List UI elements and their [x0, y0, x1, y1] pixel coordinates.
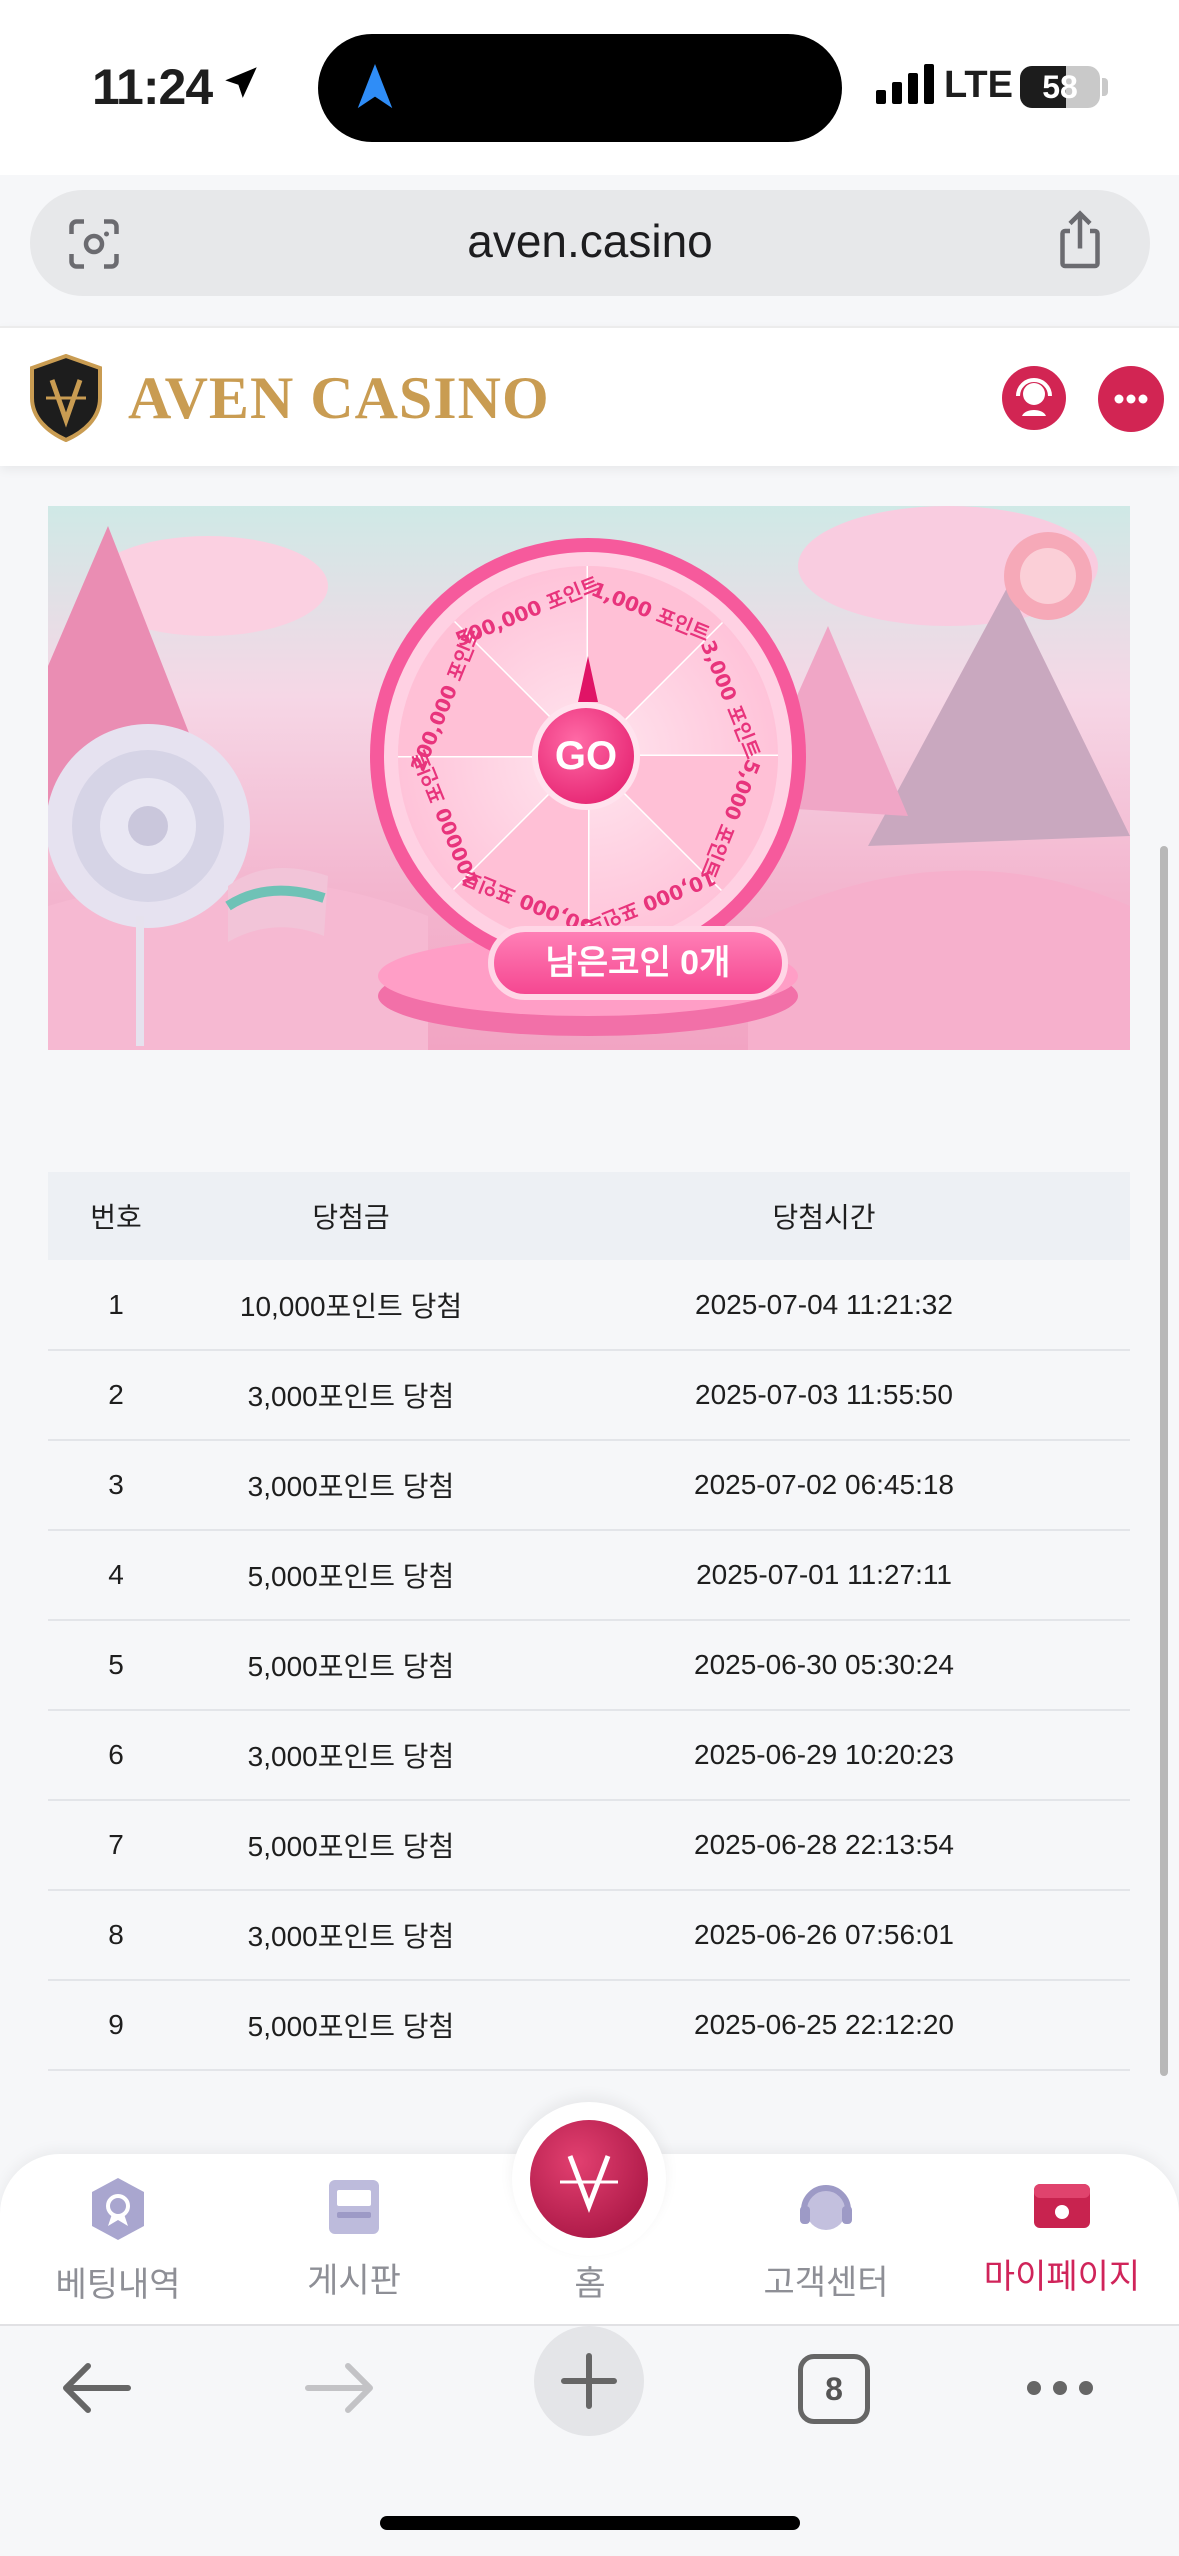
- spin-go-button[interactable]: GO: [532, 702, 640, 810]
- support-agent-button[interactable]: [1002, 366, 1066, 430]
- row-prize: 5,000포인트 당첨: [247, 2011, 455, 2042]
- network-type: LTE: [944, 64, 1013, 106]
- url-text[interactable]: aven.casino: [30, 214, 1150, 268]
- row-number: 4: [108, 1559, 124, 1590]
- row-time: 2025-06-30 05:30:24: [694, 1649, 954, 1680]
- home-indicator: [380, 2516, 800, 2530]
- agent-icon: [1016, 378, 1052, 416]
- more-dots-icon[interactable]: [1024, 2376, 1096, 2400]
- row-number: 5: [108, 1649, 124, 1680]
- column-header-number: 번호: [90, 1202, 142, 1233]
- status-bar: 11:24 LTE 58: [0, 0, 1179, 175]
- row-prize: 5,000포인트 당첨: [247, 1561, 455, 1592]
- table-row: 7 5,000포인트 당첨 2025-06-28 22:13:54: [48, 1800, 1130, 1890]
- wheel-segment-label: 3,000 포인트: [696, 637, 765, 762]
- row-time: 2025-06-25 22:12:20: [694, 2009, 954, 2040]
- battery-icon: 58: [1020, 66, 1100, 108]
- share-icon[interactable]: [1050, 208, 1110, 274]
- nav-label: 베팅내역: [55, 2266, 181, 2304]
- tabs-button[interactable]: 8: [798, 2354, 870, 2424]
- forward-arrow-icon[interactable]: [304, 2360, 378, 2416]
- win-history-table: 번호 당첨금 당첨시간 1 10,000포인트 당첨 2025-07-04 11:2…: [48, 1172, 1130, 2071]
- dynamic-island: [318, 34, 842, 142]
- nav-label: 고객센터: [763, 2264, 889, 2302]
- row-prize: 3,000포인트 당첨: [247, 1741, 455, 1772]
- row-time: 2025-07-01 11:27:11: [696, 1559, 952, 1590]
- column-header-prize: 당첨금: [312, 1202, 390, 1233]
- battery-tip: [1102, 78, 1108, 96]
- row-number: 6: [108, 1739, 124, 1770]
- site-header: AVEN CASINO: [0, 326, 1179, 466]
- plus-icon: [561, 2353, 617, 2409]
- row-number: 2: [108, 1379, 124, 1410]
- board-icon: [329, 2180, 379, 2234]
- row-prize: 3,000포인트 당첨: [247, 1471, 455, 1502]
- battery-level: 58: [1042, 69, 1078, 105]
- row-number: 1: [108, 1288, 124, 1320]
- row-time: 2025-07-03 11:55:50: [695, 1379, 953, 1410]
- table-row: 9 5,000포인트 당첨 2025-06-25 22:12:20: [48, 1980, 1130, 2070]
- nav-label-home[interactable]: 홈: [540, 2256, 640, 2305]
- row-number: 3: [108, 1469, 124, 1500]
- column-header-time: 당첨시간: [772, 1202, 876, 1233]
- row-time: 2025-06-26 07:56:01: [694, 1919, 954, 1950]
- wheel-segment-label: 5,000 포인트: [696, 756, 765, 881]
- back-arrow-icon[interactable]: [58, 2360, 132, 2416]
- remaining-coins-badge: 남은코인 0개: [488, 926, 788, 1000]
- table-row: 4 5,000포인트 당첨 2025-07-01 11:27:11: [48, 1530, 1130, 1620]
- nav-item-support[interactable]: 고객센터: [726, 2176, 926, 2304]
- aven-logo-icon[interactable]: [28, 354, 104, 442]
- row-time: 2025-06-29 10:20:23: [694, 1739, 954, 1770]
- row-prize: 10,000포인트 당첨: [239, 1290, 463, 1322]
- aven-home-logo-icon: [560, 2155, 618, 2214]
- table-row: 2 3,000포인트 당첨 2025-07-03 11:55:50: [48, 1350, 1130, 1440]
- row-prize: 5,000포인트 당첨: [247, 1651, 455, 1682]
- table-row: 3 3,000포인트 당첨 2025-07-02 06:45:18: [48, 1440, 1130, 1530]
- wheel-segment-label: 1,000 포인트: [588, 577, 713, 646]
- row-time: 2025-07-04 11:21:32: [695, 1288, 953, 1320]
- nav-label: 마이페이지: [983, 2258, 1141, 2296]
- page-scrollbar[interactable]: [1160, 846, 1168, 2076]
- row-number: 9: [108, 2009, 124, 2040]
- row-time: 2025-06-28 22:13:54: [694, 1829, 954, 1860]
- table-header-row: 번호 당첨금 당첨시간: [48, 1172, 1130, 1260]
- table-row: 5 5,000포인트 당첨 2025-06-30 05:30:24: [48, 1620, 1130, 1710]
- table-row: 8 3,000포인트 당첨 2025-06-26 07:56:01: [48, 1890, 1130, 1980]
- nav-item-betting[interactable]: 베팅내역: [18, 2176, 218, 2306]
- chat-bubble-icon: [1114, 394, 1148, 404]
- chat-button[interactable]: [1098, 366, 1164, 432]
- row-number: 8: [108, 1919, 124, 1950]
- nav-label: 게시판: [307, 2262, 401, 2300]
- roulette-banner: 500,000 포인트 1,000 포인트 3,000 포인트 5,000 포인…: [48, 506, 1130, 1050]
- address-bar[interactable]: aven.casino: [30, 190, 1150, 296]
- wheel-segment-label: 200,000 포인트: [406, 624, 486, 775]
- table-row: 6 3,000포인트 당첨 2025-06-29 10:20:23: [48, 1710, 1130, 1800]
- mypage-chest-icon: [1034, 2184, 1090, 2228]
- location-arrow-icon: [225, 67, 257, 98]
- row-time: 2025-07-02 06:45:18: [694, 1469, 954, 1500]
- headset-icon: [800, 2185, 852, 2230]
- nav-item-board[interactable]: 게시판: [254, 2176, 454, 2302]
- navigation-arrow-icon: [357, 64, 393, 109]
- new-tab-button[interactable]: [534, 2326, 644, 2436]
- row-prize: 3,000포인트 당첨: [247, 1381, 455, 1412]
- table-row: 1 10,000포인트 당첨 2025-07-04 11:21:32: [48, 1260, 1130, 1350]
- signal-icon: [876, 64, 934, 104]
- home-button[interactable]: [530, 2120, 648, 2238]
- row-number: 7: [108, 1829, 124, 1860]
- nav-item-mypage[interactable]: 마이페이지: [962, 2176, 1162, 2298]
- betting-history-icon: [92, 2178, 144, 2240]
- row-prize: 5,000포인트 당첨: [247, 1831, 455, 1862]
- clock: 11:24: [92, 59, 213, 115]
- row-prize: 3,000포인트 당첨: [247, 1921, 455, 1952]
- brand-name[interactable]: AVEN CASINO: [128, 364, 550, 433]
